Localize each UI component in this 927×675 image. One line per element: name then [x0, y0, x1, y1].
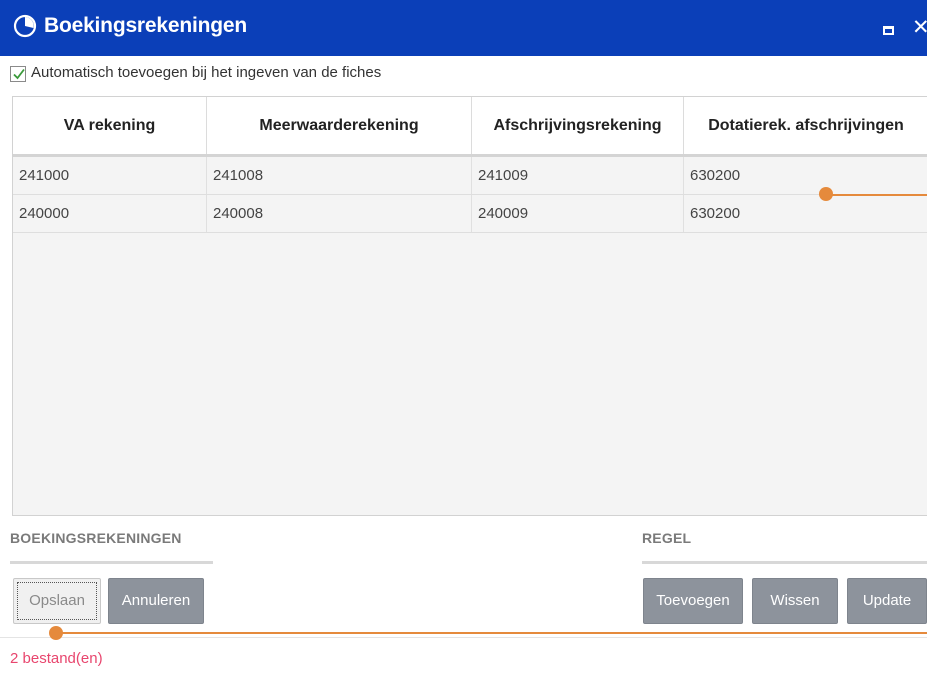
focus-outline: [17, 582, 97, 620]
cell-dotatierek[interactable]: 630200: [684, 195, 927, 232]
cancel-button[interactable]: Annuleren: [108, 578, 204, 624]
cell-meerwaarderekening[interactable]: 240008: [207, 195, 472, 232]
auto-add-checkbox[interactable]: [10, 66, 26, 82]
section-divider: [10, 561, 213, 564]
status-text: 2 bestand(en): [10, 650, 103, 667]
column-header-afschrijvingsrekening[interactable]: Afschrijvingsrekening: [472, 97, 684, 154]
section-title-regel: REGEL: [642, 530, 692, 546]
column-header-va-rekening[interactable]: VA rekening: [13, 97, 207, 154]
table-row[interactable]: 241000 241008 241009 630200: [13, 157, 927, 195]
column-header-meerwaarderekening[interactable]: Meerwaarderekening: [207, 97, 472, 154]
callout-dot: [819, 187, 833, 201]
table-row[interactable]: 240000 240008 240009 630200: [13, 195, 927, 233]
auto-add-label: Automatisch toevoegen bij het ingeven va…: [31, 64, 382, 81]
section-divider: [642, 561, 927, 564]
callout-dot: [49, 626, 63, 640]
accounts-grid: VA rekening Meerwaarderekening Afschrijv…: [12, 96, 927, 516]
checkmark-icon: [13, 68, 25, 80]
section-title-boekingsrekeningen: BOEKINGSREKENINGEN: [10, 530, 182, 546]
boekingsrekeningen-window: Boekingsrekeningen ✕ Automatisch toevoeg…: [0, 0, 927, 675]
add-row-button[interactable]: Toevoegen: [643, 578, 743, 624]
column-header-dotatierek[interactable]: Dotatierek. afschrijvingen: [684, 97, 927, 154]
maximize-icon[interactable]: [883, 26, 894, 35]
delete-row-button[interactable]: Wissen: [752, 578, 838, 624]
title-bar: Boekingsrekeningen ✕: [0, 0, 927, 56]
clock-icon: [13, 14, 37, 38]
close-icon[interactable]: ✕: [912, 17, 927, 38]
callout-line: [56, 632, 927, 634]
grid-header: VA rekening Meerwaarderekening Afschrijv…: [13, 97, 927, 157]
window-title: Boekingsrekeningen: [44, 14, 247, 37]
cell-afschrijvingsrekening[interactable]: 240009: [472, 195, 684, 232]
cell-va-rekening[interactable]: 240000: [13, 195, 207, 232]
callout-line: [826, 194, 927, 196]
save-button[interactable]: Opslaan: [13, 578, 101, 624]
status-separator: [0, 637, 927, 638]
cell-va-rekening[interactable]: 241000: [13, 157, 207, 194]
cell-dotatierek[interactable]: 630200: [684, 157, 927, 194]
cell-afschrijvingsrekening[interactable]: 241009: [472, 157, 684, 194]
cell-meerwaarderekening[interactable]: 241008: [207, 157, 472, 194]
update-row-button[interactable]: Update: [847, 578, 927, 624]
